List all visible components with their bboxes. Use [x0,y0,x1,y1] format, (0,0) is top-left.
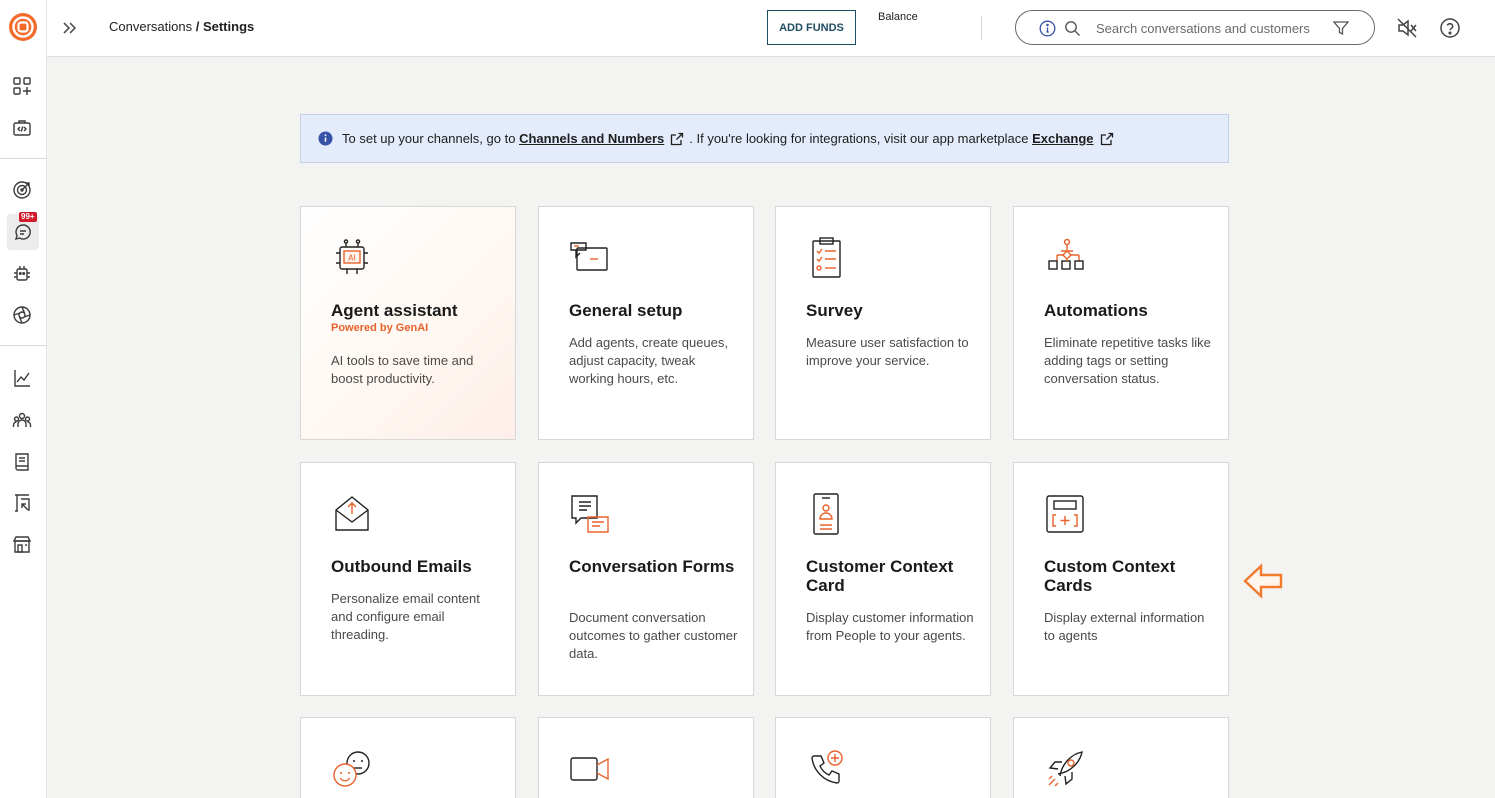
rocket-icon [1048,751,1083,787]
card-general-setup[interactable]: General setup Add agents, create queues,… [538,206,754,440]
banner-text-start: To set up your channels, go to [342,131,520,146]
card-title: Survey [806,301,863,320]
card-description: Measure user satisfaction to improve you… [806,335,969,368]
sidebar: 99+ [0,0,47,798]
card-agent-assistant[interactable]: AI Agent assistant Powered by GenAI AI t… [300,206,516,440]
card-video[interactable] [538,717,754,798]
mute-sound-icon[interactable] [1396,17,1418,39]
help-icon[interactable] [1439,17,1461,39]
notification-badge: 99+ [19,212,37,222]
sidebar-divider [0,345,47,346]
analytics-chart-icon[interactable] [9,365,35,391]
survey-clipboard-icon [812,237,841,278]
store-icon[interactable] [9,531,35,557]
custom-card-icon [1046,495,1084,533]
svg-text:AI: AI [348,254,356,263]
card-sentiment[interactable] [300,717,516,798]
card-description: Display customer information from People… [806,610,974,643]
search-input[interactable] [1096,18,1318,38]
card-description: Display external information to agents [1044,610,1205,643]
external-link-icon[interactable] [670,132,684,146]
breadcrumb-current: Settings [202,19,255,34]
card-title: Customer Context Card [806,557,954,595]
card-calls[interactable] [775,717,991,798]
top-header: Conversations / Settings ADD FUNDS Balan… [47,0,1495,57]
card-subtitle: Powered by GenAI [331,322,429,334]
info-banner: To set up your channels, go to Channels … [300,114,1229,163]
customer-card-icon [813,493,839,535]
card-get-started[interactable] [1013,717,1229,798]
filter-icon[interactable] [1332,19,1350,37]
card-description: Personalize email content and configure … [331,591,480,642]
card-survey[interactable]: Survey Measure user satisfaction to impr… [775,206,991,440]
breadcrumb-separator: / [192,19,203,34]
code-briefcase-icon[interactable] [9,115,35,141]
card-description: Document conversation outcomes to gather… [569,610,738,661]
card-title: General setup [569,301,683,320]
card-description: Add agents, create queues, adjust capaci… [569,335,729,386]
card-description: Eliminate repetitive tasks like adding t… [1044,335,1211,386]
target-icon[interactable] [9,177,35,203]
bot-icon[interactable] [9,261,35,287]
card-outbound-emails[interactable]: Outbound Emails Personalize email conten… [300,462,516,696]
exchange-link[interactable]: Exchange [1032,131,1093,146]
balance-label: Balance [878,11,918,23]
ai-robot-icon: AI [336,239,368,274]
brand-logo-icon[interactable] [8,12,38,42]
banner-info-icon [318,131,333,146]
search-bar [1015,10,1375,45]
card-description: AI tools to save time and boost producti… [331,353,474,386]
automation-flow-icon [1048,238,1084,270]
general-setup-icon [570,242,608,271]
pointer-arrow-icon [1243,563,1283,599]
people-icon[interactable] [9,407,35,433]
banner-text-middle: . If you're looking for integrations, vi… [689,131,1033,146]
sentiment-faces-icon [333,751,370,787]
ai-aperture-icon[interactable] [9,302,35,328]
card-automations[interactable]: Automations Eliminate repetitive tasks l… [1013,206,1229,440]
sidebar-divider [0,158,47,159]
conversation-forms-icon [571,495,609,533]
card-title: Outbound Emails [331,557,472,576]
moments-icon[interactable] [9,490,35,516]
card-title: Automations [1044,301,1148,320]
header-divider [981,16,982,40]
add-funds-button[interactable]: ADD FUNDS [767,10,856,45]
expand-sidebar-icon[interactable] [59,17,81,39]
breadcrumb: Conversations / Settings [109,19,254,34]
card-title: Conversation Forms [569,557,735,576]
external-link-icon[interactable] [1100,132,1114,146]
video-camera-icon [570,757,609,781]
card-title: Custom Context Cards [1044,557,1176,595]
book-icon[interactable] [9,449,35,475]
card-custom-context-cards[interactable]: Custom Context Cards Display external in… [1013,462,1229,696]
breadcrumb-parent[interactable]: Conversations [109,19,192,34]
phone-add-icon [811,750,843,784]
search-icon [1065,21,1080,36]
card-title: Agent assistant [331,301,458,320]
card-conversation-forms[interactable]: Conversation Forms Document conversation… [538,462,754,696]
card-customer-context-card[interactable]: Customer Context Card Display customer i… [775,462,991,696]
channels-and-numbers-link[interactable]: Channels and Numbers [519,131,664,146]
outbound-email-icon [335,496,369,531]
apps-grid-icon[interactable] [9,73,35,99]
info-icon[interactable] [1039,20,1056,37]
